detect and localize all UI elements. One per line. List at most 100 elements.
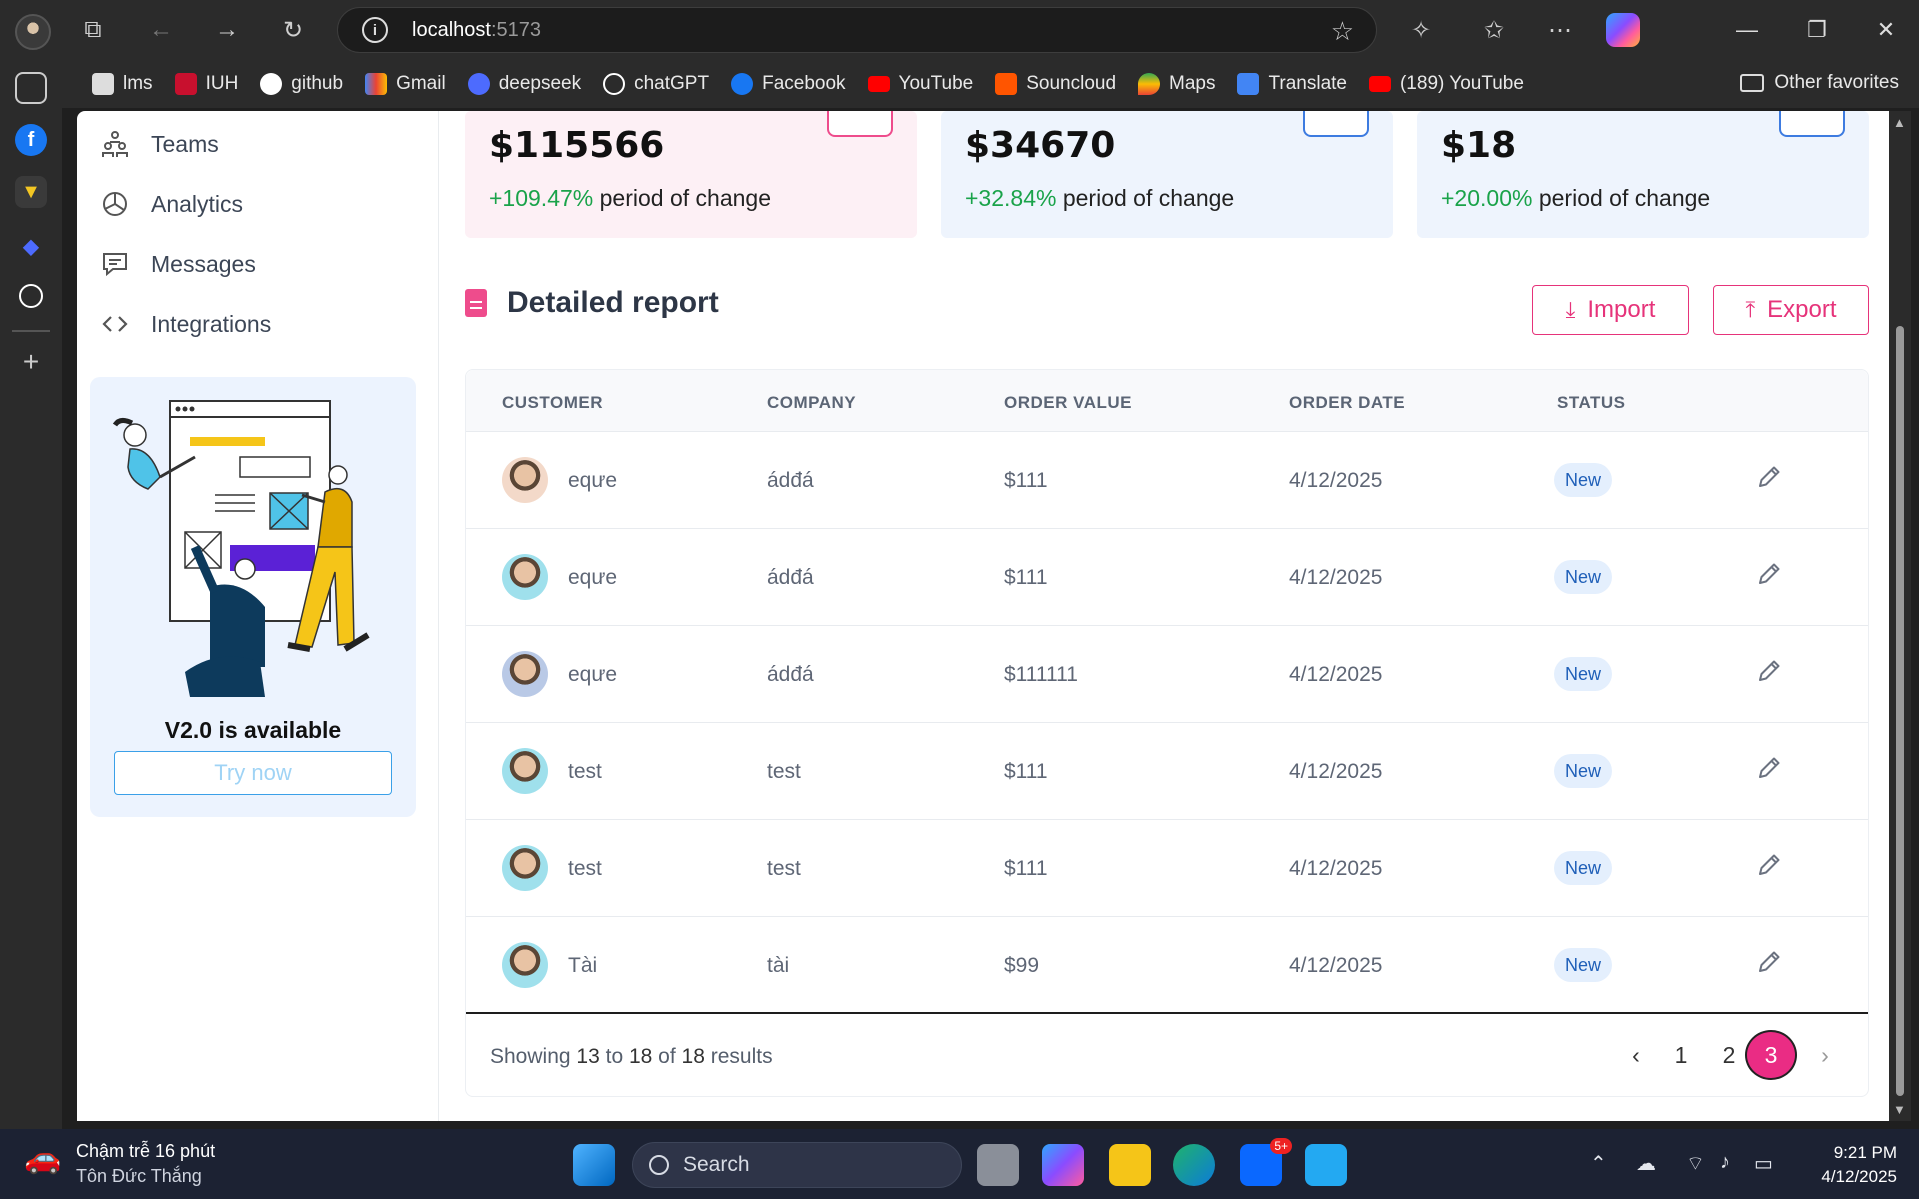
extensions-icon[interactable]: ✧	[1403, 12, 1439, 48]
cell-company: ádđá	[767, 663, 814, 686]
column-header-order-date[interactable]: ORDER DATE	[1289, 393, 1405, 413]
column-header-order-value[interactable]: ORDER VALUE	[1004, 393, 1132, 413]
profile-avatar[interactable]	[15, 14, 51, 50]
zalo-icon[interactable]: 5+	[1240, 1138, 1292, 1186]
edit-pencil-icon[interactable]	[1754, 753, 1784, 783]
edit-pencil-icon[interactable]	[1754, 462, 1784, 492]
tabs-icon[interactable]	[15, 72, 47, 104]
status-badge: New	[1554, 948, 1612, 982]
table-row[interactable]: eqưe ádđá $111 4/12/2025 New	[466, 432, 1868, 529]
other-favorites[interactable]: Other favorites	[1740, 72, 1899, 94]
site-info-icon[interactable]: i	[362, 17, 388, 43]
workspaces-icon[interactable]: ⧉	[75, 12, 111, 48]
column-header-status[interactable]: STATUS	[1557, 393, 1625, 413]
scroll-down-icon[interactable]: ▼	[1893, 1102, 1906, 1117]
battery-icon[interactable]: ▭	[1754, 1151, 1773, 1176]
system-clock[interactable]: 9:21 PM 4/12/2025	[1821, 1141, 1897, 1189]
file-explorer-icon[interactable]	[1109, 1144, 1151, 1186]
copilot-taskbar-icon[interactable]	[1042, 1144, 1084, 1186]
cell-company: tài	[767, 954, 790, 977]
import-button[interactable]: ⤓ Import	[1532, 285, 1689, 335]
task-view-icon[interactable]	[977, 1144, 1019, 1186]
youtube-icon	[867, 76, 890, 92]
zalo-badge: 5+	[1270, 1138, 1292, 1154]
bookmark-deepseek[interactable]: deepseek	[467, 73, 581, 95]
bookmark-facebook[interactable]: Facebook	[731, 73, 846, 95]
report-title: Detailed report	[507, 286, 719, 319]
taskbar-search[interactable]: Search	[632, 1142, 962, 1188]
restore-icon[interactable]: ❐	[1797, 10, 1837, 50]
search-label: Search	[683, 1153, 750, 1176]
promo-illustration	[112, 400, 370, 697]
table-row[interactable]: test test $111 4/12/2025 New	[466, 820, 1868, 917]
bookmark-youtube[interactable]: YouTube	[867, 73, 973, 95]
table-header: CUSTOMER COMPANY ORDER VALUE ORDER DATE …	[466, 370, 1868, 432]
facebook-icon[interactable]: f	[15, 124, 47, 156]
stat-card-turnover: $115566 +109.47% period of change	[465, 111, 917, 238]
bookmark-chatgpt[interactable]: chatGPT	[603, 73, 709, 95]
message-icon	[103, 253, 127, 277]
bookmark-youtube-189[interactable]: (189) YouTube	[1368, 73, 1524, 95]
sidebar-item-analytics[interactable]: Analytics	[101, 190, 243, 218]
start-button[interactable]	[573, 1144, 615, 1186]
next-page-button[interactable]: ›	[1810, 1030, 1840, 1080]
prev-page-button[interactable]: ‹	[1621, 1030, 1651, 1080]
chatgpt-icon[interactable]	[19, 284, 43, 308]
column-header-company[interactable]: COMPANY	[767, 393, 856, 413]
url-text: localhost:5173	[412, 18, 541, 41]
search-icon	[649, 1155, 669, 1175]
scroll-up-icon[interactable]: ▲	[1893, 115, 1906, 130]
edge-icon[interactable]	[1173, 1144, 1215, 1186]
page-2-button[interactable]: 2	[1714, 1030, 1744, 1080]
vscode-icon[interactable]	[1305, 1144, 1347, 1186]
page-3-button[interactable]: 3	[1745, 1030, 1797, 1080]
favorites-icon[interactable]: ✩	[1476, 12, 1512, 48]
edit-pencil-icon[interactable]	[1754, 850, 1784, 880]
export-button[interactable]: ⤒ Export	[1713, 285, 1869, 335]
scrollbar-thumb[interactable]	[1896, 326, 1904, 1096]
stat-card-customers: $18 +20.00% period of change	[1417, 111, 1869, 238]
close-icon[interactable]: ✕	[1866, 10, 1906, 50]
refresh-icon[interactable]: ↻	[275, 12, 311, 48]
traffic-widget[interactable]: 🚗 Chậm trễ 16 phút Tôn Đức Thắng	[24, 1141, 215, 1187]
page-viewport: Teams Analytics Messages Integrations V2…	[77, 111, 1889, 1121]
onedrive-icon[interactable]: ☁	[1636, 1151, 1656, 1176]
minimize-icon[interactable]: —	[1727, 10, 1767, 50]
try-now-button[interactable]: Try now	[114, 751, 392, 795]
page-1-button[interactable]: 1	[1666, 1030, 1696, 1080]
bookmark-iuh[interactable]: IUH	[174, 73, 238, 95]
sidebar-item-integrations[interactable]: Integrations	[101, 310, 271, 338]
copilot-icon[interactable]	[1606, 13, 1640, 47]
tray-overflow-icon[interactable]: ⌃	[1590, 1151, 1607, 1176]
edit-pencil-icon[interactable]	[1754, 559, 1784, 589]
bookmark-lms[interactable]: lms	[92, 73, 153, 95]
clock-time: 9:21 PM	[1833, 1143, 1897, 1162]
edit-pencil-icon[interactable]	[1754, 947, 1784, 977]
table-row[interactable]: test test $111 4/12/2025 New	[466, 723, 1868, 820]
orders-table: CUSTOMER COMPANY ORDER VALUE ORDER DATE …	[465, 369, 1869, 1097]
bookmark-maps[interactable]: Maps	[1138, 73, 1215, 95]
sidebar-item-messages[interactable]: Messages	[101, 250, 256, 278]
add-icon[interactable]: +	[15, 346, 47, 378]
address-bar[interactable]: i localhost:5173 ☆	[337, 7, 1377, 53]
vite-icon[interactable]: ▼	[15, 176, 47, 208]
deepseek-icon[interactable]: ◆	[15, 230, 47, 262]
page-scrollbar[interactable]: ▲ ▼	[1889, 111, 1911, 1121]
more-icon[interactable]: ⋯	[1542, 12, 1578, 48]
table-row[interactable]: Tài tài $99 4/12/2025 New	[466, 917, 1868, 1014]
table-row[interactable]: eqưe ádđá $111 4/12/2025 New	[466, 529, 1868, 626]
wifi-icon[interactable]: ⌔	[1686, 1151, 1705, 1176]
volume-icon[interactable]: ♪	[1720, 1151, 1730, 1174]
back-icon[interactable]: ←	[143, 12, 179, 48]
column-header-customer[interactable]: CUSTOMER	[502, 393, 603, 413]
bookmark-soundcloud[interactable]: Souncloud	[995, 73, 1116, 95]
sidebar-item-teams[interactable]: Teams	[101, 130, 219, 158]
edit-pencil-icon[interactable]	[1754, 656, 1784, 686]
forward-icon[interactable]: →	[209, 12, 245, 48]
bookmark-translate[interactable]: Translate	[1237, 73, 1347, 95]
browser-vertical-sidebar: f ▼ ◆ +	[0, 60, 62, 1130]
bookmark-github[interactable]: github	[260, 73, 343, 95]
bookmark-gmail[interactable]: Gmail	[365, 73, 446, 95]
table-row[interactable]: eqưe ádđá $111111 4/12/2025 New	[466, 626, 1868, 723]
favorite-star-icon[interactable]: ☆	[1331, 16, 1354, 47]
